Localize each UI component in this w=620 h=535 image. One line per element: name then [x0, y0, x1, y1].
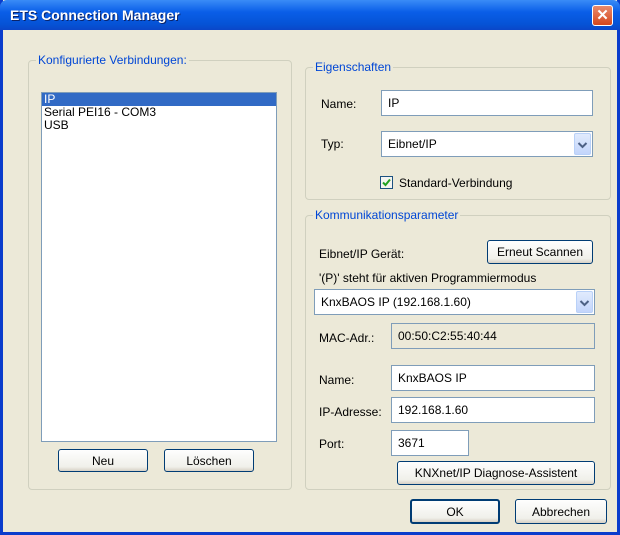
diagnostic-assistant-button[interactable]: KNXnet/IP Diagnose-Assistent — [397, 461, 595, 485]
cancel-button[interactable]: Abbrechen — [515, 499, 607, 524]
new-connection-button[interactable]: Neu — [58, 449, 148, 472]
connection-type-value: Eibnet/IP — [388, 137, 437, 151]
connections-list[interactable]: IP Serial PEI16 - COM3 USB — [41, 92, 277, 442]
close-button[interactable]: ✕ — [592, 5, 613, 26]
port-input[interactable]: 3671 — [391, 430, 469, 456]
device-name-input[interactable]: KnxBAOS IP — [391, 365, 595, 391]
chevron-down-icon[interactable] — [574, 133, 591, 155]
mac-address-label: MAC-Adr.: — [319, 331, 375, 345]
mac-address-field: 00:50:C2:55:40:44 — [391, 323, 595, 349]
device-name-label: Name: — [319, 373, 355, 387]
device-label: Eibnet/IP Gerät: — [319, 247, 405, 261]
close-icon: ✕ — [596, 7, 609, 24]
ip-address-label: IP-Adresse: — [319, 405, 382, 419]
connection-list-item[interactable]: Serial PEI16 - COM3 — [42, 106, 276, 119]
ok-button[interactable]: OK — [410, 499, 500, 524]
delete-connection-button[interactable]: Löschen — [164, 449, 254, 472]
connections-group: Konfigurierte Verbindungen: IP Serial PEI… — [28, 53, 292, 490]
connection-type-label: Typ: — [321, 137, 344, 151]
rescan-button[interactable]: Erneut Scannen — [487, 240, 593, 264]
device-select-value: KnxBAOS IP (192.168.1.60) — [321, 295, 471, 309]
connections-legend: Konfigurierte Verbindungen: — [36, 53, 189, 67]
properties-legend: Eigenschaften — [313, 60, 394, 74]
properties-group: Eigenschaften Name: IP Typ: Eibnet/IP St… — [305, 60, 611, 200]
connection-name-label: Name: — [321, 97, 357, 111]
dialog-body: Konfigurierte Verbindungen: IP Serial PEI… — [3, 30, 617, 532]
communication-legend: Kommunikationsparameter — [313, 208, 461, 222]
programming-mode-hint: '(P)' steht für aktiven Programmiermodus — [319, 271, 537, 285]
communication-group: Kommunikationsparameter Eibnet/IP Gerät:… — [305, 208, 611, 490]
dialog-window: ETS Connection Manager ✕ Konfigurierte V… — [0, 0, 620, 535]
connection-name-input[interactable]: IP — [381, 90, 593, 116]
chevron-down-icon[interactable] — [576, 291, 593, 313]
device-select[interactable]: KnxBAOS IP (192.168.1.60) — [314, 289, 595, 315]
ip-address-input[interactable]: 192.168.1.60 — [391, 397, 595, 423]
connection-type-select[interactable]: Eibnet/IP — [381, 131, 593, 157]
default-connection-checkbox[interactable] — [380, 176, 393, 189]
connection-list-item[interactable]: USB — [42, 119, 276, 132]
title-bar[interactable]: ETS Connection Manager ✕ — [0, 0, 620, 30]
window-title: ETS Connection Manager — [10, 7, 180, 23]
check-icon — [382, 178, 391, 187]
port-label: Port: — [319, 437, 345, 451]
default-connection-label: Standard-Verbindung — [399, 176, 513, 190]
